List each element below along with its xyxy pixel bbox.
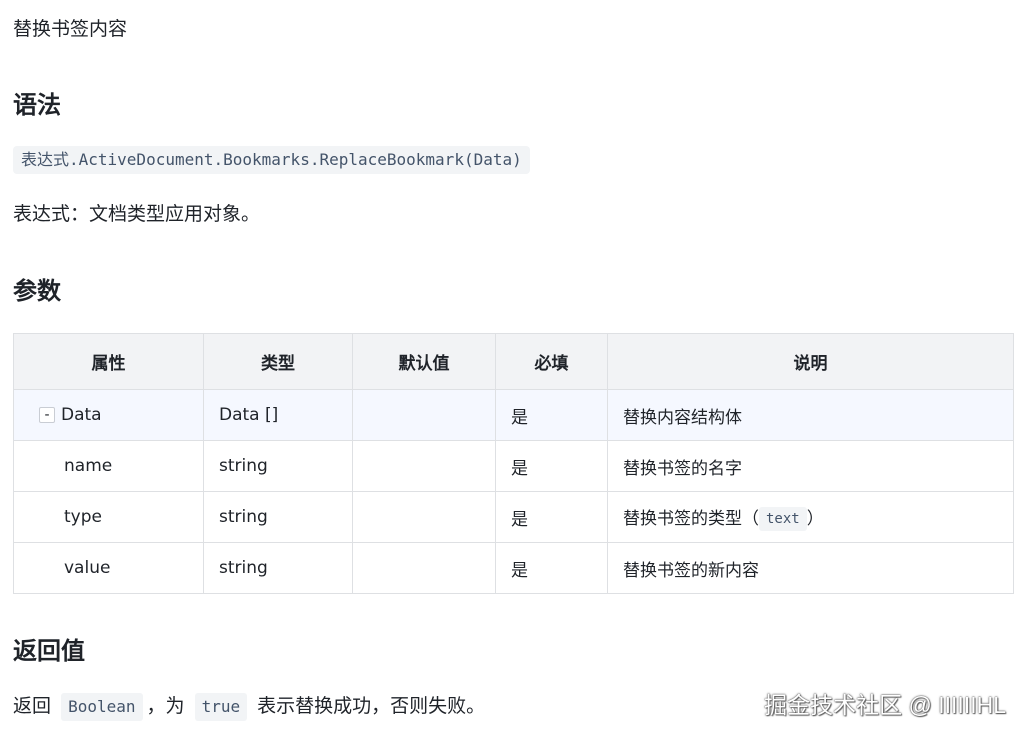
syntax-heading: 语法 [13,91,61,119]
returns-middle: ，为 [146,695,185,717]
returns-suffix: 表示替换成功，否则失败。 [257,695,486,717]
params-table: 属性 类型 默认值 必填 说明 - Data Data [] 是 替换内容结构体 … [13,333,1014,594]
watermark: 掘金技术社区 @ IIIIIIHL [764,692,1006,718]
param-description: 替换书签的类型（ [623,508,759,529]
returns-description: 返回 Boolean ，为 true 表示替换成功，否则失败。 [13,690,485,722]
param-name: value [13,542,204,594]
param-type: string [203,440,353,492]
param-name: type [13,491,204,543]
param-name-cell: - Data [13,389,204,441]
table-row: name string 是 替换书签的名字 [13,440,1014,492]
return-type-code: Boolean [61,692,143,721]
param-default [352,389,496,441]
params-heading: 参数 [13,277,61,305]
column-header-required: 必填 [495,333,608,390]
param-description-suffix: ） [806,508,824,529]
param-required: 是 [495,491,608,543]
intro-text: 替换书签内容 [13,18,128,40]
column-header-type: 类型 [203,333,353,390]
param-description: 替换内容结构体 [607,389,1014,441]
param-type: string [203,491,353,543]
param-name: Data [61,405,102,425]
table-row: type string 是 替换书签的类型（ text） [13,491,1014,543]
param-default [352,491,496,543]
collapse-toggle-button[interactable]: - [39,407,55,423]
param-description: 替换书签的新内容 [607,542,1014,594]
table-row: value string 是 替换书签的新内容 [13,542,1014,594]
param-description: 替换书签的名字 [607,440,1014,492]
param-name: name [13,440,204,492]
param-type: string [203,542,353,594]
param-description-cell: 替换书签的类型（ text） [607,491,1014,543]
param-required: 是 [495,389,608,441]
param-default [352,440,496,492]
param-type: Data [] [203,389,353,441]
param-required: 是 [495,440,608,492]
column-header-description: 说明 [607,333,1014,390]
syntax-description: 表达式：文档类型应用对象。 [13,203,261,225]
param-default [352,542,496,594]
column-header-attribute: 属性 [13,333,204,390]
table-row: - Data Data [] 是 替换内容结构体 [13,389,1014,441]
table-header-row: 属性 类型 默认值 必填 说明 [13,333,1014,390]
returns-heading: 返回值 [13,637,85,665]
column-header-default: 默认值 [352,333,496,390]
type-value-code: text [759,506,807,531]
param-required: 是 [495,542,608,594]
syntax-code: 表达式.ActiveDocument.Bookmarks.ReplaceBook… [13,146,530,174]
return-value-code: true [194,692,248,721]
returns-prefix: 返回 [13,695,52,717]
